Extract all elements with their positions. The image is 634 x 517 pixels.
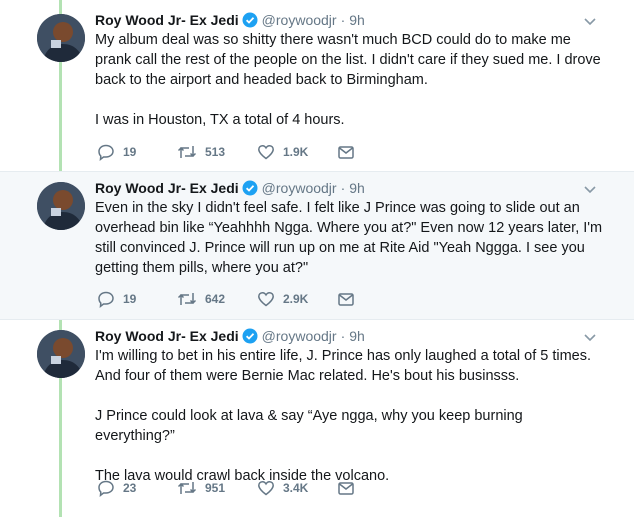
tweet[interactable]: Roy Wood Jr- Ex Jedi @roywoodjr · 9h I'm wi… <box>0 320 634 517</box>
tweet-thread: Roy Wood Jr- Ex Jedi @roywoodjr · 9h My alb… <box>0 0 634 517</box>
reply-button[interactable]: 23 <box>97 478 136 498</box>
timestamp[interactable]: 9h <box>349 12 365 28</box>
tweet[interactable]: Roy Wood Jr- Ex Jedi @roywoodjr · 9h Even i… <box>0 172 634 320</box>
heart-icon <box>258 291 274 307</box>
chevron-down-icon[interactable] <box>582 13 598 29</box>
reply-icon <box>98 480 114 497</box>
user-handle[interactable]: @roywoodjr <box>262 328 337 344</box>
tweet-actions: 23 951 3.4K <box>97 478 397 498</box>
avatar[interactable] <box>37 330 85 378</box>
retweet-icon <box>177 482 197 494</box>
reply-button[interactable]: 19 <box>97 289 136 309</box>
chevron-down-icon[interactable] <box>582 181 598 197</box>
like-count: 3.4K <box>283 481 309 495</box>
avatar[interactable] <box>37 14 85 62</box>
timestamp[interactable]: 9h <box>349 180 365 196</box>
retweet-count: 642 <box>205 292 226 306</box>
tweet-header: Roy Wood Jr- Ex Jedi @roywoodjr · 9h <box>95 178 595 198</box>
envelope-icon <box>338 146 354 159</box>
display-name[interactable]: Roy Wood Jr- Ex Jedi <box>95 12 239 28</box>
retweet-icon <box>177 293 197 305</box>
retweet-button[interactable]: 951 <box>177 478 225 498</box>
direct-message-button[interactable] <box>337 142 363 162</box>
tweet-text: My album deal was so shitty there wasn't… <box>95 32 601 128</box>
retweet-count: 513 <box>205 145 226 159</box>
separator-dot: · <box>340 180 346 196</box>
like-count: 1.9K <box>283 145 309 159</box>
tweet-header: Roy Wood Jr- Ex Jedi @roywoodjr · 9h <box>95 10 595 30</box>
display-name[interactable]: Roy Wood Jr- Ex Jedi <box>95 328 239 344</box>
tweet[interactable]: Roy Wood Jr- Ex Jedi @roywoodjr · 9h My alb… <box>0 0 634 172</box>
like-button[interactable]: 3.4K <box>257 478 308 498</box>
like-button[interactable]: 2.9K <box>257 289 308 309</box>
reply-icon <box>98 144 114 161</box>
chevron-down-icon[interactable] <box>582 329 598 345</box>
reply-count: 23 <box>123 481 137 495</box>
separator-dot: · <box>340 12 346 28</box>
separator-dot: · <box>340 328 346 344</box>
direct-message-button[interactable] <box>337 478 363 498</box>
retweet-button[interactable]: 642 <box>177 289 225 309</box>
tweet-text: Even in the sky I didn't feel safe. I fe… <box>95 200 603 276</box>
retweet-count: 951 <box>205 481 226 495</box>
direct-message-button[interactable] <box>337 289 363 309</box>
user-handle[interactable]: @roywoodjr <box>262 180 337 196</box>
heart-icon <box>258 480 274 496</box>
reply-count: 19 <box>123 145 137 159</box>
reply-button[interactable]: 19 <box>97 142 136 162</box>
envelope-icon <box>338 482 354 495</box>
retweet-icon <box>177 146 197 158</box>
tweet-actions: 19 513 1.9K <box>97 142 397 162</box>
display-name[interactable]: Roy Wood Jr- Ex Jedi <box>95 180 239 196</box>
user-handle[interactable]: @roywoodjr <box>262 12 337 28</box>
reply-count: 19 <box>123 292 137 306</box>
tweet-text: I'm willing to bet in his entire life, J… <box>95 348 592 484</box>
tweet-header: Roy Wood Jr- Ex Jedi @roywoodjr · 9h <box>95 326 595 346</box>
retweet-button[interactable]: 513 <box>177 142 225 162</box>
like-button[interactable]: 1.9K <box>257 142 308 162</box>
tweet-actions: 19 642 2.9K <box>97 289 397 309</box>
reply-icon <box>98 291 114 308</box>
envelope-icon <box>338 293 354 306</box>
heart-icon <box>258 144 274 160</box>
timestamp[interactable]: 9h <box>349 328 365 344</box>
avatar[interactable] <box>37 182 85 230</box>
like-count: 2.9K <box>283 292 309 306</box>
